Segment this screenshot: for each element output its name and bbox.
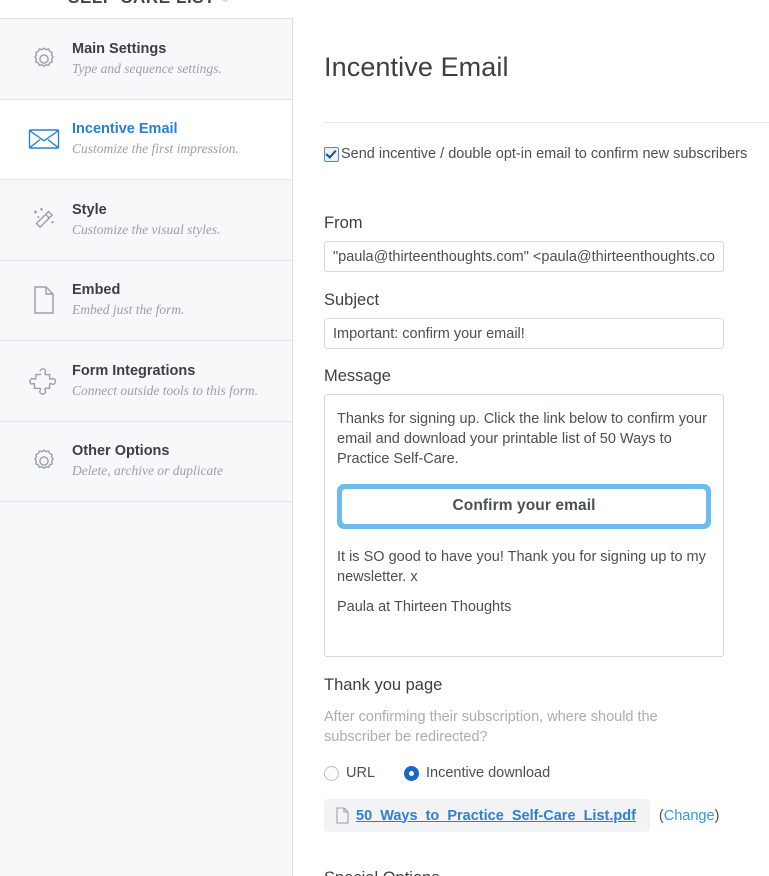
topbar: SELF-CARE LIST ✎ [0, 0, 769, 18]
gear-icon [18, 43, 70, 75]
sidebar-item-title: Embed [72, 282, 292, 299]
sidebar-item-desc: Type and sequence settings. [72, 61, 292, 77]
sidebar-item-form-integrations[interactable]: Form Integrations Connect outside tools … [0, 341, 292, 422]
sidebar-item-title: Style [72, 202, 292, 219]
incentive-file-name[interactable]: 50_Ways_to_Practice_Self-Care_List.pdf [356, 808, 636, 824]
sidebar-item-desc: Customize the visual styles. [72, 222, 292, 238]
from-input[interactable] [324, 241, 724, 272]
confirm-email-button-label: Confirm your email [342, 489, 706, 524]
puzzle-piece-icon [18, 366, 70, 396]
sidebar-item-text: Style Customize the visual styles. [70, 202, 292, 238]
redirect-radio-group: URL Incentive download [324, 765, 550, 781]
settings-sidebar: Main Settings Type and sequence settings… [0, 18, 293, 876]
sidebar-item-text: Incentive Email Customize the first impr… [70, 121, 292, 157]
incentive-file-chip[interactable]: 50_Ways_to_Practice_Self-Care_List.pdf [324, 799, 650, 832]
radio-incentive-download[interactable] [404, 766, 419, 781]
sidebar-item-title: Incentive Email [72, 121, 292, 138]
change-file-link[interactable]: Change [664, 808, 715, 824]
change-file-wrap: (Change) [659, 808, 719, 824]
sidebar-item-desc: Customize the first impression. [72, 141, 292, 157]
from-label: From [324, 214, 363, 233]
special-options-label: Special Options [324, 869, 440, 876]
message-paragraph-2: It is SO good to have you! Thank you for… [337, 547, 711, 587]
sidebar-item-title: Other Options [72, 443, 292, 460]
pencil-icon[interactable]: ✎ [218, 0, 229, 7]
opt-in-checkbox[interactable] [324, 147, 339, 162]
magic-wand-icon [18, 204, 70, 236]
message-label: Message [324, 367, 391, 386]
sidebar-item-text: Form Integrations Connect outside tools … [70, 363, 292, 399]
sidebar-item-desc: Delete, archive or duplicate [72, 463, 292, 479]
sidebar-item-desc: Embed just the form. [72, 302, 292, 318]
radio-incentive-download-label: Incentive download [426, 765, 550, 781]
radio-url-label: URL [346, 765, 375, 781]
radio-url[interactable] [324, 766, 339, 781]
envelope-icon [18, 126, 70, 152]
title-divider [324, 122, 769, 123]
opt-in-checkbox-row[interactable]: Send incentive / double opt-in email to … [324, 146, 747, 162]
app-root: SELF-CARE LIST ✎ Main Settings Type and … [0, 0, 769, 876]
message-editor[interactable]: Thanks for signing up. Click the link be… [324, 394, 724, 657]
message-signature: Paula at Thirteen Thoughts [337, 597, 711, 617]
subject-label: Subject [324, 291, 379, 310]
confirm-email-button[interactable]: Confirm your email [337, 484, 711, 529]
sidebar-item-main-settings[interactable]: Main Settings Type and sequence settings… [0, 19, 292, 100]
sidebar-item-text: Embed Embed just the form. [70, 282, 292, 318]
sidebar-item-text: Main Settings Type and sequence settings… [70, 41, 292, 77]
sidebar-item-title: Main Settings [72, 41, 292, 58]
sidebar-item-other-options[interactable]: Other Options Delete, archive or duplica… [0, 422, 292, 503]
page-title: Incentive Email [324, 52, 509, 83]
sidebar-item-text: Other Options Delete, archive or duplica… [70, 443, 292, 479]
sidebar-item-desc: Connect outside tools to this form. [72, 383, 292, 399]
subject-input[interactable] [324, 318, 724, 349]
message-paragraph-1: Thanks for signing up. Click the link be… [337, 409, 711, 469]
file-document-icon [336, 807, 349, 824]
form-name-heading: SELF-CARE LIST [68, 0, 215, 8]
sidebar-item-title: Form Integrations [72, 363, 292, 380]
sidebar-item-style[interactable]: Style Customize the visual styles. [0, 180, 292, 261]
sidebar-item-embed[interactable]: Embed Embed just the form. [0, 261, 292, 342]
opt-in-checkbox-label: Send incentive / double opt-in email to … [341, 146, 747, 162]
main-content: Incentive Email Send incentive / double … [294, 18, 769, 876]
sidebar-empty-area [0, 502, 292, 862]
gear-icon [18, 445, 70, 477]
incentive-file-row: 50_Ways_to_Practice_Self-Care_List.pdf (… [324, 799, 719, 832]
sidebar-item-incentive-email[interactable]: Incentive Email Customize the first impr… [0, 100, 292, 181]
thank-you-page-label: Thank you page [324, 676, 442, 695]
document-icon [18, 284, 70, 316]
change-paren-close: ) [715, 808, 720, 824]
thank-you-help-text: After confirming their subscription, whe… [324, 707, 704, 747]
